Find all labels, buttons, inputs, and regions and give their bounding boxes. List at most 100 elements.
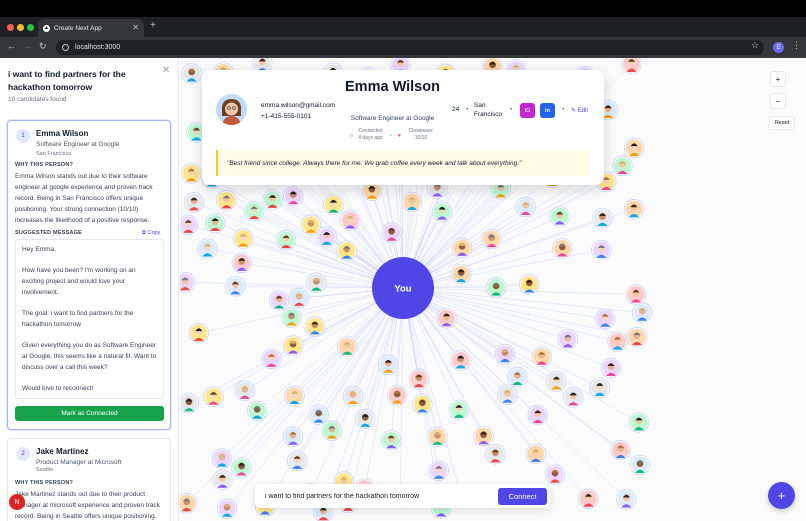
contact-node[interactable] (544, 464, 566, 485)
contact-node[interactable] (180, 272, 196, 293)
user-avatar[interactable]: N (9, 494, 25, 510)
close-window-button[interactable] (7, 24, 14, 31)
contact-node[interactable] (304, 316, 326, 337)
contact-node[interactable] (262, 189, 283, 211)
edit-button[interactable]: ✎ Edit (571, 107, 588, 114)
contact-node[interactable] (408, 369, 430, 390)
reload-icon[interactable]: ↻ (39, 41, 47, 52)
contact-node[interactable] (485, 277, 507, 298)
contact-node[interactable] (552, 238, 573, 259)
contact-node[interactable] (233, 228, 254, 249)
contact-node[interactable] (546, 371, 567, 392)
browser-tab[interactable]: ▲ Create Next App ✕ (38, 19, 144, 37)
contact-node[interactable] (592, 207, 613, 229)
contact-node[interactable] (212, 469, 233, 491)
contact-node[interactable] (204, 212, 226, 234)
contact-node[interactable] (589, 377, 610, 399)
contact-node[interactable] (231, 457, 252, 478)
contact-node[interactable] (284, 385, 305, 407)
query-input[interactable] (265, 489, 490, 503)
instagram-button[interactable]: IG (520, 103, 535, 118)
contact-node[interactable] (473, 426, 494, 447)
contact-node[interactable] (288, 287, 310, 309)
candidate-card[interactable]: 1 Emma Wilson Software Engineer at Googl… (7, 120, 171, 430)
contact-node[interactable] (549, 206, 570, 227)
address-bar[interactable]: localhost:3000 (56, 40, 764, 55)
contact-node[interactable] (563, 387, 584, 408)
contact-node[interactable] (450, 350, 471, 371)
contact-node[interactable] (321, 420, 343, 441)
contact-node[interactable] (180, 214, 199, 236)
contact-node[interactable] (181, 163, 202, 184)
linkedin-button[interactable]: in (540, 103, 555, 118)
contact-node[interactable] (336, 336, 358, 357)
contact-node[interactable] (436, 308, 457, 329)
contact-node[interactable] (485, 444, 506, 465)
contact-node[interactable] (211, 448, 233, 469)
contact-node[interactable] (494, 343, 516, 365)
contact-node[interactable] (525, 443, 547, 465)
contact-node[interactable] (412, 394, 433, 415)
contact-node[interactable] (306, 272, 327, 293)
minimize-window-button[interactable] (17, 24, 24, 31)
contact-node[interactable] (612, 155, 633, 177)
contact-node[interactable] (386, 385, 408, 406)
contact-node[interactable] (610, 439, 631, 461)
contact-node[interactable] (261, 348, 282, 370)
contact-node[interactable] (340, 210, 361, 231)
contact-node[interactable] (607, 331, 628, 352)
contact-node[interactable] (336, 240, 357, 261)
contact-node[interactable] (216, 190, 237, 211)
contact-node[interactable] (181, 63, 202, 84)
contact-node[interactable] (616, 489, 637, 510)
contact-node[interactable] (281, 307, 302, 328)
zoom-window-button[interactable] (27, 24, 34, 31)
contact-node[interactable] (591, 239, 612, 261)
contact-node[interactable] (578, 488, 599, 509)
tab-close-icon[interactable]: ✕ (132, 24, 139, 32)
contact-node[interactable] (507, 366, 528, 388)
contact-node[interactable] (378, 354, 399, 375)
contact-node[interactable] (275, 229, 297, 251)
contact-node[interactable] (515, 196, 536, 218)
contact-node[interactable] (531, 346, 552, 367)
zoom-out-button[interactable]: − (770, 93, 786, 109)
contact-node[interactable] (623, 137, 645, 159)
contact-node[interactable] (448, 399, 470, 421)
contact-node[interactable] (286, 450, 308, 472)
contact-node[interactable] (431, 201, 453, 222)
contact-node[interactable] (342, 385, 364, 407)
contact-node[interactable] (282, 335, 304, 356)
contact-node[interactable] (527, 404, 548, 426)
add-contact-button[interactable]: + (768, 482, 795, 509)
contact-node[interactable] (203, 386, 224, 407)
contact-node[interactable] (225, 276, 246, 297)
mark-connected-button[interactable]: Mark as Connected (15, 406, 164, 421)
contact-node[interactable] (626, 326, 648, 348)
back-arrow-icon[interactable]: ← (7, 41, 16, 51)
contact-node[interactable] (183, 192, 205, 213)
bookmark-star-icon[interactable]: ☆ (751, 40, 759, 51)
contact-node[interactable] (381, 222, 402, 243)
contact-node[interactable] (188, 322, 210, 344)
contact-node[interactable] (180, 393, 200, 414)
contact-node[interactable] (428, 460, 449, 481)
contact-node[interactable] (621, 58, 642, 75)
contact-node[interactable] (316, 226, 337, 248)
contact-node[interactable] (243, 200, 265, 222)
contact-node[interactable] (231, 252, 252, 274)
contact-node[interactable] (631, 302, 653, 323)
contact-node[interactable] (197, 238, 218, 259)
contact-node[interactable] (300, 214, 322, 235)
contact-node[interactable] (381, 430, 402, 451)
zoom-in-button[interactable]: + (770, 71, 786, 87)
browser-menu-icon[interactable]: ⋮ (792, 40, 801, 51)
contact-node[interactable] (481, 228, 502, 250)
new-tab-icon[interactable]: + (150, 20, 156, 31)
contact-node[interactable] (519, 274, 540, 295)
contact-node[interactable] (216, 498, 238, 519)
browser-profile-avatar[interactable]: E (773, 42, 784, 53)
contact-node[interactable] (450, 263, 472, 285)
contact-node[interactable] (355, 408, 376, 430)
contact-node[interactable] (497, 384, 518, 405)
